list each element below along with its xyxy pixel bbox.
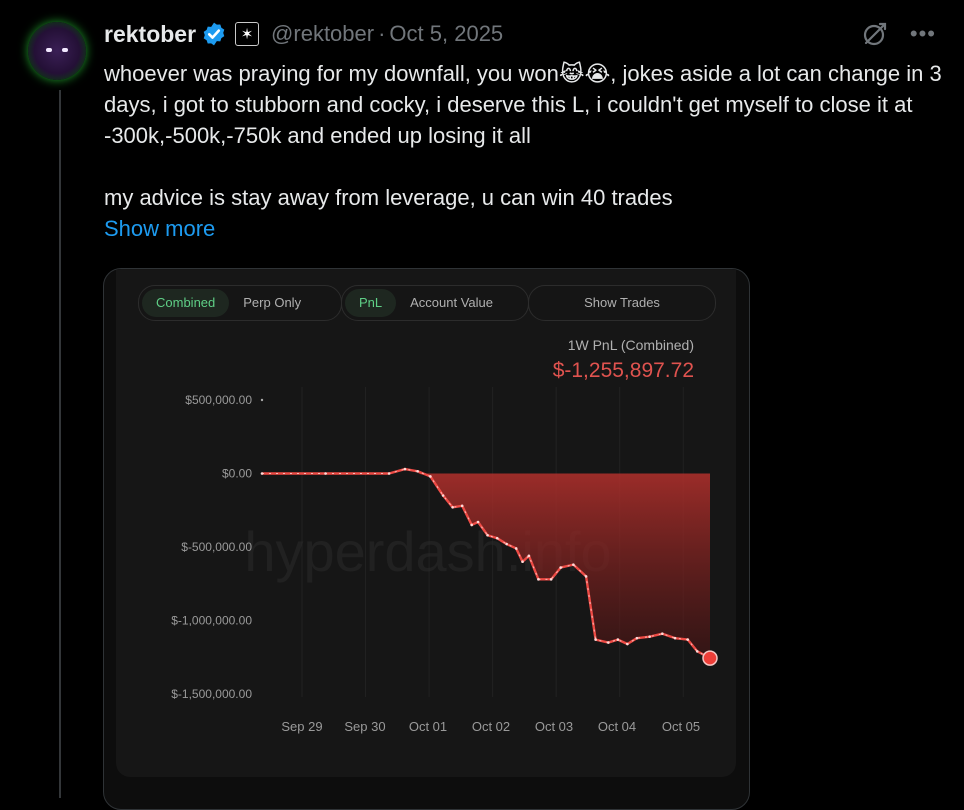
y-tick-label: $0.00 xyxy=(222,467,252,481)
data-point xyxy=(486,533,489,537)
data-point xyxy=(260,472,264,475)
header-actions: ••• xyxy=(862,18,936,50)
data-point xyxy=(635,636,639,640)
verified-badge-icon[interactable] xyxy=(201,21,227,47)
data-point xyxy=(514,547,518,550)
data-point xyxy=(387,472,391,475)
data-point xyxy=(521,560,524,563)
data-point xyxy=(695,650,699,653)
data-point xyxy=(559,566,562,569)
data-point xyxy=(505,542,508,546)
data-point xyxy=(451,506,454,509)
x-tick-label: Oct 05 xyxy=(662,719,700,734)
data-point xyxy=(661,632,664,636)
data-point xyxy=(648,635,651,638)
data-point xyxy=(537,578,540,581)
show-more-link[interactable]: Show more xyxy=(104,213,215,244)
data-point xyxy=(584,575,588,578)
data-point xyxy=(594,638,597,641)
data-point xyxy=(572,563,575,566)
avatar[interactable] xyxy=(28,22,86,80)
x-tick-label: Oct 04 xyxy=(598,719,636,734)
pnl-chart: hyperdash.info $500,000.00$0.00$-500,000… xyxy=(171,387,718,734)
x-tick-label: Oct 03 xyxy=(535,719,573,734)
data-point xyxy=(549,578,553,581)
x-tick-label: Sep 29 xyxy=(281,719,322,734)
data-point xyxy=(673,636,677,640)
data-point xyxy=(626,642,629,646)
data-point xyxy=(470,523,474,527)
affiliate-badge-icon[interactable]: ✶ xyxy=(235,22,260,46)
data-point xyxy=(616,638,620,641)
x-axis-labels: Sep 29 Sep 30 Oct 01 Oct 02 Oct 03 Oct 04 Oct … xyxy=(281,719,700,734)
tweet-text: whoever was praying for my downfall, you… xyxy=(104,58,944,244)
tweet-paragraph: my advice is stay away from leverage, u … xyxy=(104,185,673,210)
tweet-header: rektober ✶ @rektober · Oct 5, 2025 ••• xyxy=(104,18,944,50)
author-name[interactable]: rektober xyxy=(104,21,196,48)
data-point xyxy=(416,469,419,473)
data-point xyxy=(607,641,610,644)
x-tick-label: Oct 02 xyxy=(472,719,510,734)
avatar-eye xyxy=(46,48,52,52)
more-icon[interactable]: ••• xyxy=(910,23,936,45)
meta-separator: · xyxy=(378,21,386,46)
pnl-card: Combined Perp Only PnL Account Value Sho… xyxy=(116,269,736,777)
grok-icon[interactable] xyxy=(862,21,888,47)
y-tick-label: $-1,500,000.00 xyxy=(171,687,252,701)
y-axis-labels: $500,000.00 $0.00 $-500,000.00 $-1,000,000.… xyxy=(171,393,264,701)
x-tick-label: Sep 30 xyxy=(344,719,385,734)
last-point-marker xyxy=(702,650,718,666)
y-tick-label: $-500,000.00 xyxy=(181,540,252,554)
data-point xyxy=(527,554,531,558)
data-point xyxy=(441,494,445,497)
data-point xyxy=(460,504,464,508)
media-card[interactable]: Combined Perp Only PnL Account Value Sho… xyxy=(103,268,750,810)
tweet-paragraph: whoever was praying for my downfall, you… xyxy=(104,61,942,148)
y-tick-dot xyxy=(260,398,264,402)
data-point xyxy=(686,638,690,641)
data-point xyxy=(403,467,407,471)
x-tick-label: Oct 01 xyxy=(409,719,447,734)
tweet-date[interactable]: Oct 5, 2025 xyxy=(389,21,503,46)
y-tick-label: $500,000.00 xyxy=(185,393,252,407)
data-point xyxy=(429,475,432,478)
y-tick-label: $-1,000,000.00 xyxy=(171,614,252,628)
avatar-eye xyxy=(62,48,68,52)
data-point xyxy=(495,536,499,540)
author-handle[interactable]: @rektober xyxy=(271,21,374,46)
thread-line xyxy=(59,90,61,798)
data-point xyxy=(476,520,480,524)
tweet-meta: @rektober · Oct 5, 2025 xyxy=(271,21,503,47)
data-point xyxy=(324,472,327,475)
